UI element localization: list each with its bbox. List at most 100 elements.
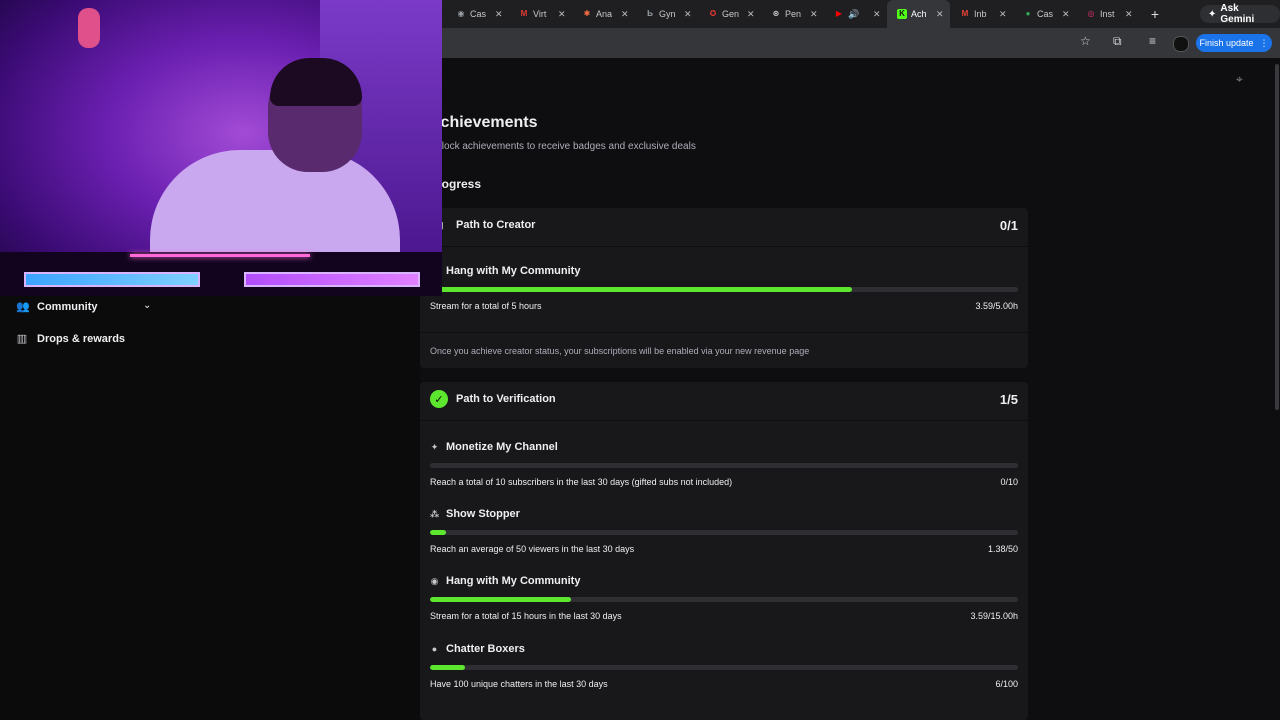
browser-tab[interactable]: ◎ Inst ✕	[1076, 0, 1139, 28]
sidebar-item-label: Drops & rewards	[37, 332, 126, 345]
bookmark-star-icon[interactable]: ☆	[1080, 34, 1091, 48]
tab-list: ◉ Cas ✕ M Virt ✕ ✱ Ana ✕ Ь Gyn ✕ ✪ Gen ✕ ⊛ Pen ✕ ▶ 🔊 ✕…	[446, 0, 1165, 28]
achievement-description: Have 100 unique chatters in the last 30 …	[430, 679, 608, 689]
browser-tab[interactable]: ● Cas ✕	[1013, 0, 1076, 28]
chat-bubble-icon: ●	[431, 644, 438, 654]
achievement-item: ✦ Monetize My Channel Reach a total of 10…	[430, 440, 1018, 487]
chevron-down-icon[interactable]: ⌄	[143, 300, 151, 311]
close-icon[interactable]: ✕	[495, 9, 503, 20]
card-progress-count: 0/1	[999, 217, 1018, 233]
achievement-value: 3.59/5.00h	[975, 301, 1018, 311]
tab-title: Pen	[785, 9, 802, 19]
close-icon[interactable]: ✕	[558, 9, 566, 20]
browser-tab-active[interactable]: K Ach ✕	[887, 0, 950, 28]
achievement-item: ◉Hang with My Community Stream for a tot…	[430, 264, 1018, 311]
sparkle-icon: ✦	[430, 441, 439, 452]
achievement-value: 3.59/15.00h	[970, 611, 1018, 621]
progress-track	[430, 530, 1018, 535]
more-vert-icon: ⋮	[1259, 37, 1269, 48]
progress-track	[430, 463, 1018, 468]
progress-fill	[430, 597, 571, 602]
tab-title: Gyn	[659, 9, 676, 19]
close-icon[interactable]: ✕	[999, 9, 1007, 20]
card-title: Path to Verification	[456, 393, 556, 405]
speaker-icon: 🔊	[848, 8, 860, 19]
browser-tab[interactable]: ◉ Cas ✕	[446, 0, 509, 28]
page-scrollbar[interactable]	[1275, 64, 1279, 410]
browser-tab[interactable]: ⊛ Pen ✕	[761, 0, 824, 28]
webcam-neon-strip	[130, 254, 310, 257]
sidebar-item-drops-rewards[interactable]: ▥ Drops & rewards	[16, 332, 126, 346]
close-icon[interactable]: ✕	[810, 9, 818, 20]
card-progress-count: 1/5	[999, 391, 1018, 407]
page-subtitle: Unlock achievements to receive badges an…	[429, 141, 696, 152]
close-icon[interactable]: ✕	[936, 9, 944, 20]
tab-favicon-icon: ✱	[583, 9, 591, 18]
webcam-lamp	[78, 8, 100, 48]
browser-tab[interactable]: ✪ Gen ✕	[698, 0, 761, 28]
achievement-description: Reach an average of 50 viewers in the la…	[430, 544, 635, 554]
tab-title: Inb	[974, 9, 987, 19]
achievement-value: 1.38/50	[987, 544, 1018, 554]
achievement-description: Reach a total of 10 subscribers in the l…	[430, 477, 733, 487]
webcam-frame-bar-right	[244, 272, 420, 287]
ask-gemini-label: Ask Gemini	[1220, 3, 1255, 25]
sidepanel-icon[interactable]: ⧉	[1113, 34, 1122, 49]
close-icon[interactable]: ✕	[1062, 9, 1070, 20]
divider	[420, 332, 1028, 333]
browser-tab[interactable]: ▶ 🔊 ✕	[824, 0, 887, 28]
achievement-item: ◉Hang with My Community Stream for a tot…	[430, 574, 1018, 621]
kick-favicon-icon: K	[897, 9, 907, 19]
tab-favicon-icon: M	[961, 9, 969, 18]
progress-track	[430, 597, 1018, 602]
tab-favicon-icon: ◎	[1087, 9, 1095, 18]
achievement-value: 6/100	[995, 679, 1018, 689]
achievement-item: ⁂ Show Stopper Reach an average of 50 vie…	[430, 507, 1018, 554]
sidebar-item-community[interactable]: 👥 Community	[16, 300, 98, 314]
close-icon[interactable]: ✕	[621, 9, 629, 20]
finish-update-button[interactable]: Finish update ⋮	[1196, 34, 1272, 52]
card-title: Path to Creator	[456, 219, 536, 231]
achievement-description: Stream for a total of 15 hours in the la…	[430, 611, 622, 621]
creator-note: Once you achieve creator status, your su…	[430, 346, 810, 356]
new-tab-button[interactable]: +	[1145, 6, 1165, 22]
tab-title: Cas	[470, 9, 487, 19]
ask-gemini-button[interactable]: ✦ Ask Gemini	[1200, 3, 1280, 25]
card-header: ✓ Path to Verification 1/5	[430, 390, 1018, 408]
tab-title: Cas	[1037, 9, 1054, 19]
tab-favicon-icon: ▶	[835, 9, 843, 18]
browser-tab[interactable]: M Inb ✕	[950, 0, 1013, 28]
close-icon[interactable]: ✕	[747, 9, 755, 20]
progress-fill	[430, 665, 466, 670]
browser-tab[interactable]: M Virt ✕	[509, 0, 572, 28]
browser-tab[interactable]: Ь Gyn ✕	[635, 0, 698, 28]
achievement-value: 0/10	[1000, 477, 1018, 487]
media-controls-icon[interactable]: ≡	[1149, 34, 1156, 48]
achievement-item: ● Chatter Boxers Have 100 unique chatters…	[430, 642, 1018, 689]
webcam-frame-bar-left	[24, 272, 200, 287]
users-icon: 👥	[16, 301, 30, 313]
page-title: Achievements	[429, 114, 538, 131]
tab-title: Gen	[722, 9, 740, 19]
tab-favicon-icon: M	[520, 9, 528, 18]
tab-title: Inst	[1100, 9, 1115, 19]
tab-favicon-icon: Ь	[647, 9, 653, 18]
progress-fill	[430, 530, 447, 535]
close-icon[interactable]: ✕	[1125, 9, 1133, 20]
mouse-cursor-icon: ⌖	[1236, 72, 1243, 86]
card-header: ⊡ Path to Creator 0/1	[430, 216, 1018, 234]
progress-fill	[430, 287, 853, 292]
achievement-name: Show Stopper	[446, 508, 520, 520]
achievement-name: Monetize My Channel	[446, 441, 558, 453]
tab-favicon-icon: ◉	[457, 9, 465, 18]
browser-tab[interactable]: ✱ Ana ✕	[572, 0, 635, 28]
close-icon[interactable]: ✕	[873, 9, 881, 20]
sparkle-icon: ✦	[1208, 8, 1217, 20]
tab-favicon-icon: ✪	[709, 9, 717, 18]
profile-avatar[interactable]	[1173, 36, 1189, 52]
creator-path-card: ⊡ Path to Creator 0/1 ◉Hang with My Comm…	[420, 208, 1028, 368]
sidebar-item-label: Community	[37, 300, 98, 313]
close-icon[interactable]: ✕	[684, 9, 692, 20]
achievement-name: Hang with My Community	[446, 575, 581, 587]
achievement-description: Stream for a total of 5 hours	[430, 301, 542, 311]
